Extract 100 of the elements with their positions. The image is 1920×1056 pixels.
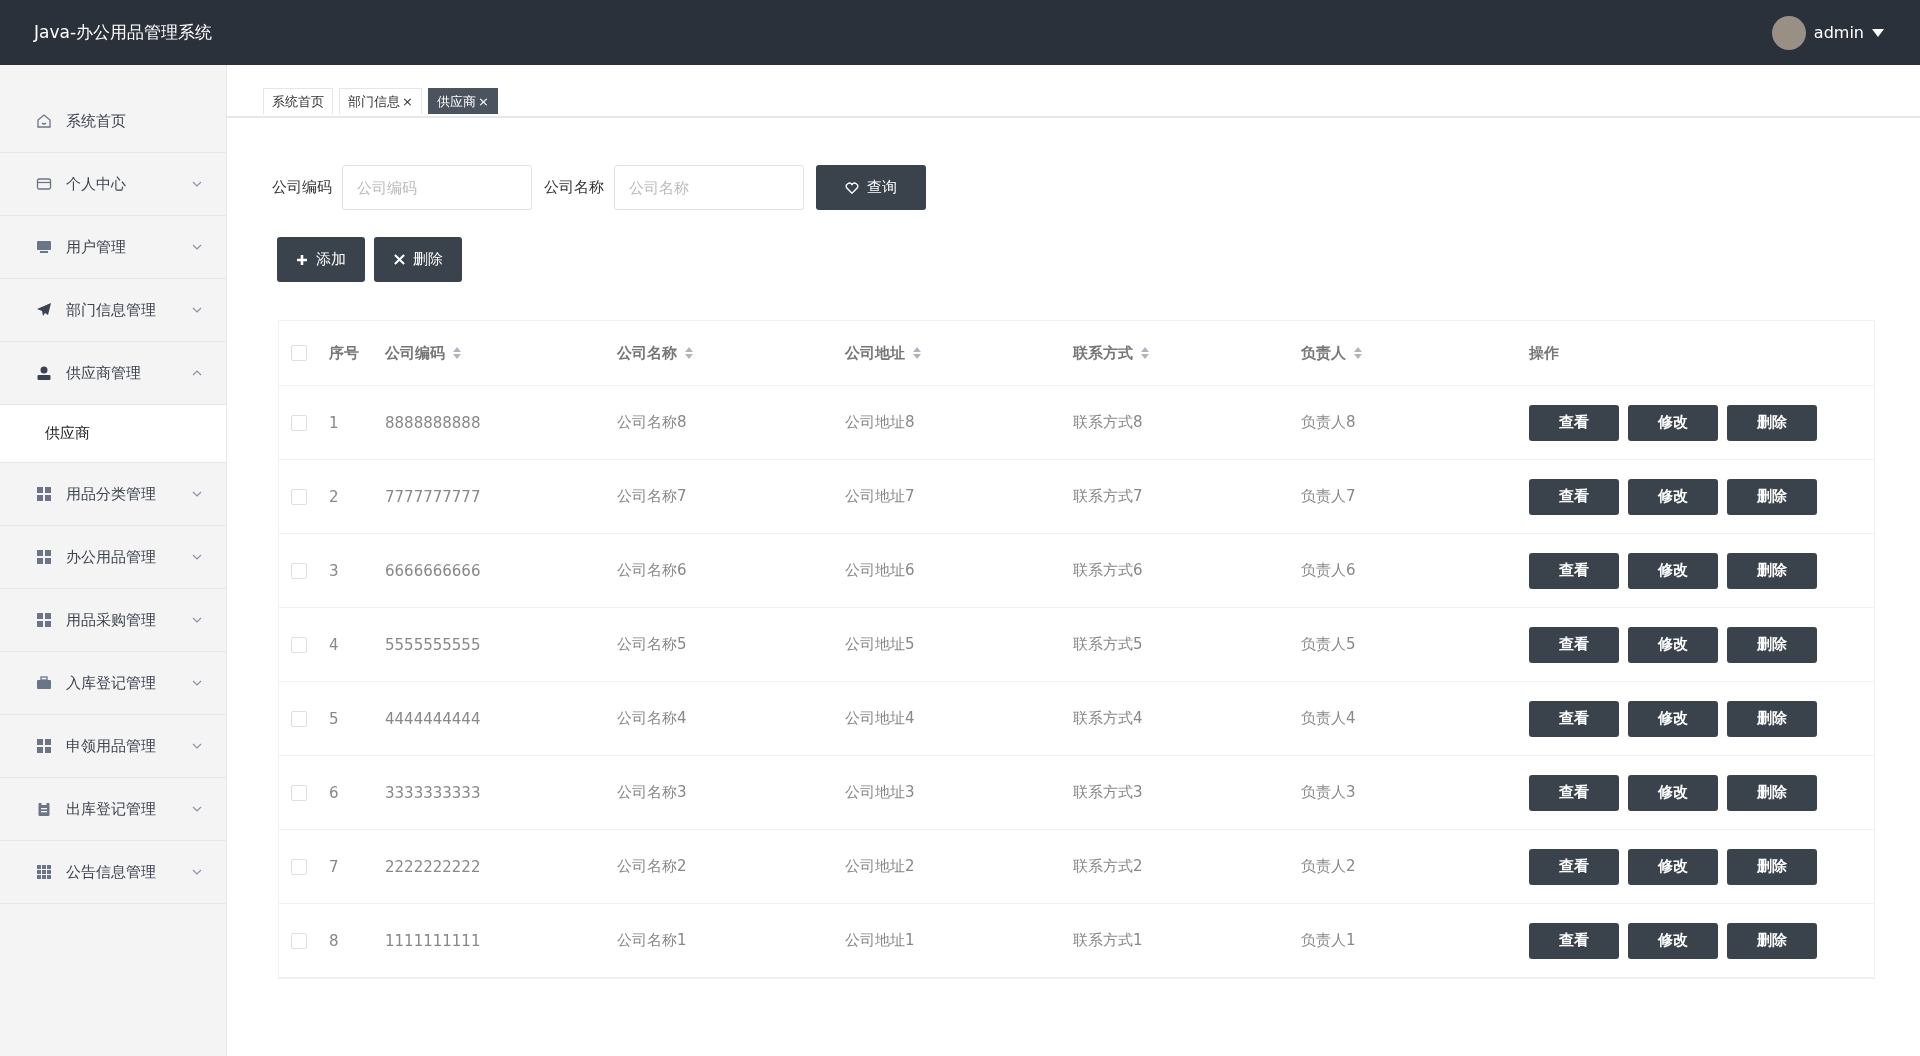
tab[interactable]: 供应商× (427, 88, 498, 114)
edit-button[interactable]: 修改 (1628, 848, 1718, 885)
sidebar-item[interactable]: 入库登记管理 (0, 652, 226, 715)
sidebar-item[interactable]: 办公用品管理 (0, 526, 226, 589)
table-cell: 公司名称2 (617, 857, 687, 875)
username[interactable]: admin (1813, 23, 1864, 42)
search-field[interactable]: 公司编码 (342, 165, 532, 210)
add-button[interactable]: 添加 (277, 237, 365, 282)
edit-button[interactable]: 修改 (1628, 922, 1718, 959)
checkbox[interactable] (291, 414, 307, 431)
tab[interactable]: 部门信息× (339, 88, 422, 114)
view-button[interactable]: 查看 (1529, 848, 1619, 885)
column-header[interactable]: 公司名称 (617, 343, 677, 363)
checkbox[interactable] (291, 932, 307, 949)
sidebar-item[interactable]: 公告信息管理 (0, 841, 226, 904)
grid-icon (36, 864, 52, 880)
column-header[interactable]: 负责人 (1301, 343, 1346, 363)
sort-icon[interactable] (1141, 347, 1149, 359)
field-label: 公司名称 (544, 178, 604, 197)
app-title: Java-办公用品管理系统 (34, 21, 213, 44)
table-cell: 公司地址8 (845, 413, 915, 431)
sidebar-item[interactable]: 用品采购管理 (0, 589, 226, 652)
view-button[interactable]: 查看 (1529, 478, 1619, 515)
sidebar-item[interactable]: 用户管理 (0, 216, 226, 279)
view-button[interactable]: 查看 (1529, 700, 1619, 737)
sidebar-item[interactable]: 用品分类管理 (0, 463, 226, 526)
view-button[interactable]: 查看 (1529, 626, 1619, 663)
tab[interactable]: 系统首页 (263, 88, 333, 114)
edit-button[interactable]: 修改 (1628, 700, 1718, 737)
edit-button[interactable]: 修改 (1628, 626, 1718, 663)
delete-button[interactable]: 删除 (1727, 922, 1817, 959)
delete-button[interactable]: 删除 (1727, 478, 1817, 515)
sidebar-item[interactable]: 系统首页 (0, 90, 226, 153)
home-icon (36, 113, 52, 129)
checkbox[interactable] (291, 858, 307, 875)
delete-button[interactable]: 删除 (1727, 848, 1817, 885)
sidebar-item[interactable]: 出库登记管理 (0, 778, 226, 841)
avatar-icon[interactable] (1771, 15, 1806, 50)
edit-button[interactable]: 修改 (1628, 478, 1718, 515)
delete-button[interactable]: 删除 (374, 237, 462, 282)
table-cell: 公司地址6 (845, 561, 915, 579)
sidebar-item[interactable]: 申领用品管理 (0, 715, 226, 778)
delete-button[interactable]: 删除 (1727, 404, 1817, 441)
table-cell: 公司地址2 (845, 857, 915, 875)
caret-icon[interactable] (1872, 28, 1884, 37)
sort-icon[interactable] (913, 347, 921, 359)
table-cell: 负责人2 (1301, 857, 1356, 875)
view-button[interactable]: 查看 (1529, 774, 1619, 811)
checkbox[interactable] (291, 784, 307, 801)
table-cell: 公司名称7 (617, 487, 687, 505)
edit-button[interactable]: 修改 (1628, 404, 1718, 441)
grid-icon (36, 549, 52, 565)
table-cell: 2222222222 (385, 857, 481, 876)
search-button[interactable]: 查询 (816, 165, 926, 210)
column-header[interactable]: 联系方式 (1073, 343, 1133, 363)
table-cell: 公司名称5 (617, 635, 687, 653)
edit-button[interactable]: 修改 (1628, 552, 1718, 589)
delete-button[interactable]: 删除 (1727, 552, 1817, 589)
close-icon (393, 254, 405, 265)
briefcase-icon (36, 675, 52, 691)
column-header[interactable]: 公司地址 (845, 343, 905, 363)
wallet-icon (36, 176, 52, 192)
search-field[interactable]: 公司名称 (614, 165, 804, 210)
table-cell: 联系方式4 (1073, 709, 1143, 727)
checkbox[interactable] (291, 345, 307, 361)
table-cell: 负责人5 (1301, 635, 1356, 653)
column-header[interactable]: 公司编码 (385, 343, 445, 363)
view-button[interactable]: 查看 (1529, 404, 1619, 441)
column-header: 操作 (1529, 343, 1559, 363)
table-cell: 1 (329, 413, 339, 432)
table-cell: 6666666666 (385, 561, 481, 580)
submenu-item[interactable]: 供应商 (0, 405, 226, 463)
edit-button[interactable]: 修改 (1628, 774, 1718, 811)
view-button[interactable]: 查看 (1529, 552, 1619, 589)
table-cell: 5 (329, 709, 339, 728)
table-cell: 4444444444 (385, 709, 481, 728)
sort-icon[interactable] (1354, 347, 1362, 359)
grid-icon (36, 486, 52, 502)
table-cell: 负责人7 (1301, 487, 1356, 505)
table-cell: 6 (329, 783, 339, 802)
table-cell: 8888888888 (385, 413, 481, 432)
sidebar-item[interactable]: 个人中心 (0, 153, 226, 216)
checkbox[interactable] (291, 636, 307, 653)
sort-icon[interactable] (685, 347, 693, 359)
paper-plane-icon (36, 302, 52, 318)
delete-button[interactable]: 删除 (1727, 774, 1817, 811)
sort-icon[interactable] (453, 347, 461, 359)
delete-button[interactable]: 删除 (1727, 700, 1817, 737)
monitor-icon (36, 239, 52, 255)
column-header: 序号 (329, 343, 359, 363)
checkbox[interactable] (291, 562, 307, 579)
table-cell: 2 (329, 487, 339, 506)
checkbox[interactable] (291, 710, 307, 727)
checkbox[interactable] (291, 488, 307, 505)
table-cell: 联系方式2 (1073, 857, 1143, 875)
table-cell: 负责人3 (1301, 783, 1356, 801)
delete-button[interactable]: 删除 (1727, 626, 1817, 663)
view-button[interactable]: 查看 (1529, 922, 1619, 959)
table-cell: 1111111111 (385, 931, 481, 950)
sidebar-item[interactable]: 部门信息管理 (0, 279, 226, 342)
